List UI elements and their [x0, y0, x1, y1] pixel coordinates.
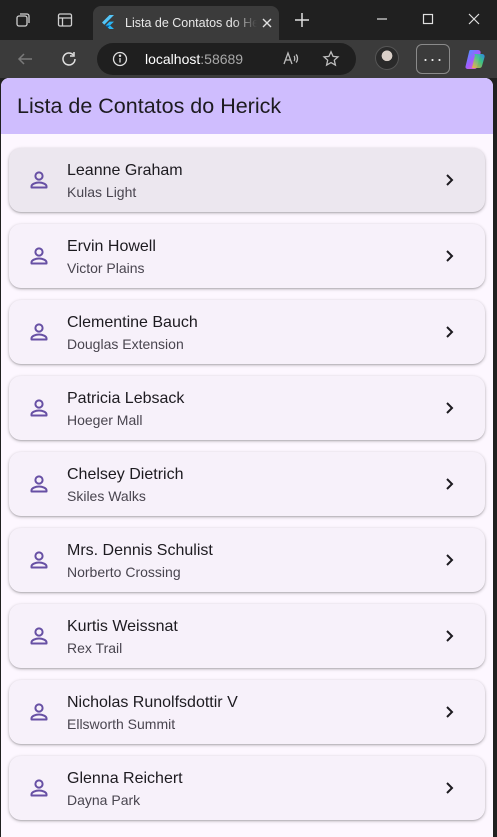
workspaces-icon[interactable]: [11, 8, 35, 32]
contact-name: Kurtis Weissnat: [67, 618, 178, 635]
site-info-icon[interactable]: [111, 50, 129, 68]
url-text: localhost:58689: [145, 50, 243, 68]
contact-name: Mrs. Dennis Schulist: [67, 542, 213, 559]
person-outline-icon: [30, 627, 48, 645]
copilot-icon[interactable]: [463, 47, 487, 71]
app-page: Lista de Contatos do Herick Leanne Graha…: [1, 78, 493, 837]
person-outline-icon: [30, 247, 48, 265]
person-outline-icon: [30, 399, 48, 417]
chevron-right-icon: [446, 174, 454, 186]
tab-actions-icon[interactable]: [53, 8, 77, 32]
tab-active[interactable]: Lista de Contatos do Herick: [93, 6, 279, 40]
contact-list-item[interactable]: Ervin Howell Victor Plains: [9, 224, 485, 288]
contact-name: Ervin Howell: [67, 238, 156, 255]
refresh-icon[interactable]: [56, 46, 82, 72]
new-tab-icon[interactable]: [290, 8, 314, 32]
address-toolbar: localhost:58689 ···: [0, 40, 497, 78]
contact-name: Glenna Reichert: [67, 770, 183, 787]
chevron-right-icon: [446, 250, 454, 262]
contact-street: Victor Plains: [67, 260, 145, 276]
person-outline-icon: [30, 475, 48, 493]
contact-name: Patricia Lebsack: [67, 390, 185, 407]
contact-street: Hoeger Mall: [67, 412, 143, 428]
tab-close-icon[interactable]: [257, 13, 277, 33]
close-window-icon[interactable]: [460, 6, 488, 32]
contact-list-item[interactable]: Chelsey Dietrich Skiles Walks: [9, 452, 485, 516]
address-bar[interactable]: localhost:58689: [97, 43, 356, 75]
person-outline-icon: [30, 323, 48, 341]
contact-name: Leanne Graham: [67, 162, 183, 179]
chevron-right-icon: [446, 478, 454, 490]
contact-name: Nicholas Runolfsdottir V: [67, 694, 238, 711]
read-aloud-icon[interactable]: [281, 49, 301, 69]
back-arrow-icon[interactable]: [12, 46, 38, 72]
maximize-icon[interactable]: [414, 6, 442, 32]
contact-street: Rex Trail: [67, 640, 123, 656]
settings-menu-button[interactable]: ···: [416, 44, 450, 74]
contact-list-item[interactable]: Clementine Bauch Douglas Extension: [9, 300, 485, 364]
chevron-right-icon: [446, 402, 454, 414]
contact-street: Douglas Extension: [67, 336, 184, 352]
chevron-right-icon: [446, 706, 454, 718]
browser-title-bar: Lista de Contatos do Herick: [0, 0, 497, 40]
chevron-right-icon: [446, 554, 454, 566]
person-outline-icon: [30, 779, 48, 797]
contact-list-item[interactable]: Glenna Reichert Dayna Park: [9, 756, 485, 820]
chevron-right-icon: [446, 782, 454, 794]
chevron-right-icon: [446, 630, 454, 642]
url-port: :58689: [200, 51, 244, 67]
favorite-star-icon[interactable]: [321, 49, 341, 69]
profile-avatar[interactable]: [375, 46, 399, 70]
contact-list-item[interactable]: Leanne Graham Kulas Light: [9, 148, 485, 212]
contact-list-item[interactable]: Patricia Lebsack Hoeger Mall: [9, 376, 485, 440]
contact-name: Clementine Bauch: [67, 314, 198, 331]
person-outline-icon: [30, 703, 48, 721]
contact-street: Norberto Crossing: [67, 564, 181, 580]
contact-street: Kulas Light: [67, 184, 137, 200]
url-host: localhost: [145, 51, 201, 67]
contact-list-item[interactable]: Nicholas Runolfsdottir V Ellsworth Summit: [9, 680, 485, 744]
chevron-right-icon: [446, 326, 454, 338]
tab-title: Lista de Contatos do Herick: [125, 16, 257, 30]
minimize-icon[interactable]: [368, 6, 396, 32]
person-outline-icon: [30, 171, 48, 189]
flutter-favicon-icon: [102, 15, 114, 29]
contact-street: Ellsworth Summit: [67, 716, 176, 732]
person-outline-icon: [30, 551, 48, 569]
page-title: Lista de Contatos do Herick: [17, 94, 282, 118]
contact-street: Skiles Walks: [67, 488, 146, 504]
app-bar: Lista de Contatos do Herick: [1, 78, 493, 134]
contact-name: Chelsey Dietrich: [67, 466, 184, 483]
contact-list-item[interactable]: Kurtis Weissnat Rex Trail: [9, 604, 485, 668]
contact-list-item[interactable]: Mrs. Dennis Schulist Norberto Crossing: [9, 528, 485, 592]
contact-street: Dayna Park: [67, 792, 141, 808]
